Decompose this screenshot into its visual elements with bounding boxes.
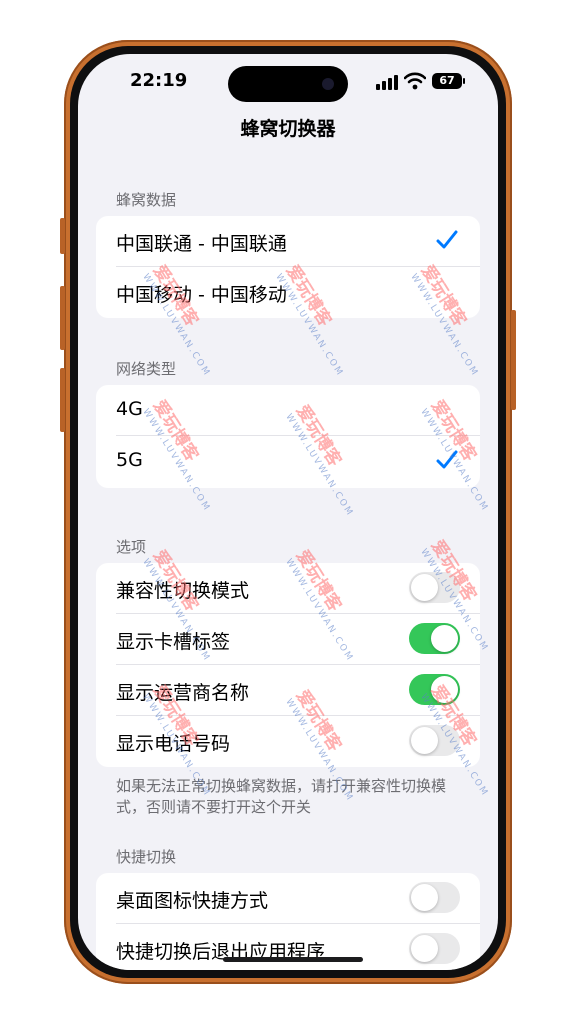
cellular-item-mobile[interactable]: 中国移动 - 中国移动 [96, 267, 480, 318]
dynamic-island [228, 66, 348, 102]
options-footer-note: 如果无法正常切换蜂窝数据，请打开兼容性切换模式，否则请不要打开这个开关 [116, 777, 447, 816]
section-header-network: 网络类型 [116, 360, 177, 378]
cellular-item-label: 中国联通 - 中国联通 [116, 233, 287, 255]
network-item-5g[interactable]: 5G [96, 436, 480, 487]
volume-up-button [60, 286, 65, 350]
front-camera-icon [322, 78, 334, 90]
options-group: 兼容性切换模式 显示卡槽标签 显示运营商名称 显示电话号码 [96, 563, 480, 767]
option-label: 显示卡槽标签 [116, 631, 231, 653]
option-label: 桌面图标快捷方式 [116, 890, 269, 912]
toggle-knob [411, 884, 438, 911]
network-item-label: 5G [116, 449, 143, 471]
home-indicator [223, 957, 363, 962]
wifi-icon [404, 72, 426, 90]
option-show-phone-number: 显示电话号码 [96, 716, 480, 767]
checkmark-icon [436, 450, 458, 469]
battery-tip [463, 78, 465, 84]
power-button [511, 310, 516, 410]
option-compat-mode: 兼容性切换模式 [96, 563, 480, 614]
option-show-carrier: 显示运营商名称 [96, 665, 480, 716]
toggle-knob [431, 676, 458, 703]
toggle-knob [411, 935, 438, 962]
section-header-cellular: 蜂窝数据 [116, 191, 177, 209]
section-header-options: 选项 [116, 538, 147, 556]
status-time: 22:19 [130, 70, 188, 91]
toggle-knob [431, 625, 458, 652]
compat-mode-toggle[interactable] [409, 572, 460, 603]
toggle-knob [411, 727, 438, 754]
network-item-4g[interactable]: 4G [96, 385, 480, 436]
phone-screen: 22:19 67 蜂窝切换器 蜂窝数据 中国联通 - 中国联通 中国移动 - 中… [78, 54, 498, 970]
checkmark-icon [436, 230, 458, 249]
option-label: 显示电话号码 [116, 733, 231, 755]
network-group: 4G 5G [96, 385, 480, 488]
cellular-group: 中国联通 - 中国联通 中国移动 - 中国移动 [96, 216, 480, 318]
cellular-signal-icon [376, 74, 398, 90]
show-carrier-toggle[interactable] [409, 674, 460, 705]
network-item-label: 4G [116, 398, 143, 420]
section-header-shortcuts: 快捷切换 [116, 848, 177, 866]
show-slot-label-toggle[interactable] [409, 623, 460, 654]
status-bar: 22:19 67 [78, 54, 498, 110]
exit-app-toggle[interactable] [409, 933, 460, 964]
shortcut-desktop-icon: 桌面图标快捷方式 [96, 873, 480, 924]
desktop-icon-toggle[interactable] [409, 882, 460, 913]
page-title: 蜂窝切换器 [240, 118, 336, 140]
shortcut-exit-app: 快捷切换后退出应用程序 [96, 924, 480, 970]
option-show-slot-label: 显示卡槽标签 [96, 614, 480, 665]
shortcuts-group: 桌面图标快捷方式 快捷切换后退出应用程序 [96, 873, 480, 970]
toggle-knob [411, 574, 438, 601]
action-button [60, 218, 65, 254]
option-label: 显示运营商名称 [116, 682, 250, 704]
cellular-item-unicom[interactable]: 中国联通 - 中国联通 [96, 216, 480, 267]
option-label: 兼容性切换模式 [116, 580, 250, 602]
show-phone-number-toggle[interactable] [409, 725, 460, 756]
battery-icon: 67 [432, 73, 462, 89]
cellular-item-label: 中国移动 - 中国移动 [116, 284, 287, 306]
volume-down-button [60, 368, 65, 432]
